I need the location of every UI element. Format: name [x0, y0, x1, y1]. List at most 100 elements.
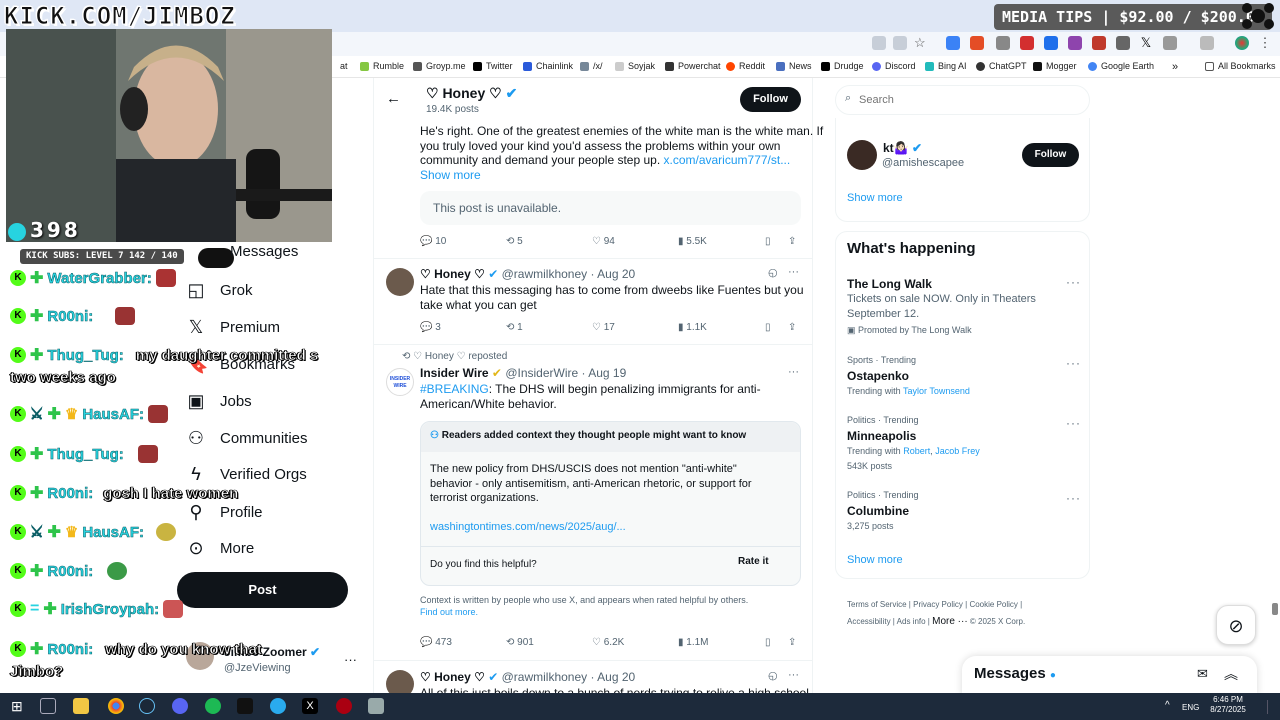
bookmark-item[interactable]: News: [776, 61, 812, 71]
bookmark-item[interactable]: Chainlink: [523, 61, 573, 71]
bookmark-item[interactable]: Reddit: [726, 61, 765, 71]
tweet-author[interactable]: Insider Wire: [420, 366, 489, 380]
hashtag-link[interactable]: #BREAKING: [420, 382, 489, 396]
tweet-date[interactable]: · Aug 19: [582, 366, 627, 380]
repost-button[interactable]: ⟲ 5: [506, 236, 523, 247]
show-more-link[interactable]: Show more: [420, 168, 481, 183]
back-arrow-icon[interactable]: ←: [386, 90, 401, 107]
app-icon[interactable]: [237, 698, 253, 714]
tweet-author[interactable]: ♡ Honey ♡: [420, 267, 485, 281]
sidepanel-icon[interactable]: [1200, 36, 1214, 50]
views-button[interactable]: ▮ 1.1K: [678, 322, 707, 333]
share-icon[interactable]: ⇪: [788, 236, 796, 247]
app-icon[interactable]: [368, 698, 384, 714]
trend-link[interactable]: Taylor Townsend: [903, 386, 970, 396]
share-icon[interactable]: ⇪: [788, 637, 796, 648]
bookmark-icon[interactable]: ▯: [765, 637, 771, 648]
bookmark-item[interactable]: Soyjak: [615, 61, 655, 71]
footer-link[interactable]: Terms of Service: [847, 600, 907, 609]
post-button[interactable]: Post: [177, 572, 348, 608]
extension-icon[interactable]: [1044, 36, 1058, 50]
more-dots-icon[interactable]: ···: [1066, 356, 1081, 370]
tweet-author[interactable]: ♡ Honey ♡: [420, 670, 485, 684]
nav-jobs[interactable]: ▣ Jobs: [186, 391, 251, 412]
rate-it-button[interactable]: Rate it: [738, 556, 769, 567]
zoom-icon[interactable]: [893, 36, 907, 50]
reply-button[interactable]: 💬 3: [420, 322, 441, 333]
x-app-icon[interactable]: X: [302, 698, 318, 714]
nav-verified-orgs[interactable]: ϟ Verified Orgs: [186, 464, 306, 485]
trend-link[interactable]: Robert: [903, 446, 930, 456]
like-button[interactable]: ♡ 6.2K: [592, 637, 624, 648]
nav-communities[interactable]: ⚇ Communities: [186, 428, 308, 449]
search-input[interactable]: [859, 91, 1079, 109]
tray-chevron-icon[interactable]: ^: [1165, 700, 1170, 711]
bookmark-item[interactable]: at: [340, 61, 348, 71]
windows-start-icon[interactable]: ⊞: [11, 698, 27, 714]
note-source-link[interactable]: washingtontimes.com/news/2025/aug/...: [430, 520, 626, 535]
tweet-handle[interactable]: @InsiderWire: [505, 366, 578, 380]
menu-dots-icon[interactable]: ⋮: [1258, 36, 1272, 50]
bookmark-item[interactable]: Google Earth: [1088, 61, 1154, 71]
bookmark-item[interactable]: Rumble: [360, 61, 404, 71]
task-view-icon[interactable]: [40, 698, 56, 714]
bookmark-item[interactable]: Groyp.me: [413, 61, 466, 71]
views-button[interactable]: ▮ 1.1M: [678, 637, 709, 648]
account-menu-icon[interactable]: ···: [344, 652, 357, 667]
suggestion-name[interactable]: kt🤷🏻‍♀️ ✔: [883, 141, 922, 155]
scrollbar-thumb[interactable]: [1272, 603, 1278, 615]
profile-avatar-icon[interactable]: [1235, 36, 1249, 50]
bookmark-item[interactable]: ChatGPT: [976, 61, 1027, 71]
metamask-icon[interactable]: [970, 36, 984, 50]
spotify-icon[interactable]: [205, 698, 221, 714]
trend-title[interactable]: Ostapenko: [847, 369, 909, 383]
steam-icon[interactable]: [139, 698, 155, 714]
more-bookmarks-button[interactable]: »: [1172, 61, 1178, 73]
nav-profile[interactable]: ⚲ Profile: [186, 502, 262, 523]
grok-icon[interactable]: ◵: [768, 266, 778, 279]
collapse-up-icon[interactable]: ︽: [1224, 664, 1238, 684]
footer-link[interactable]: Cookie Policy: [969, 600, 1017, 609]
chrome-icon[interactable]: [108, 698, 124, 714]
star-icon[interactable]: ☆: [914, 36, 928, 50]
bookmark-icon[interactable]: ▯: [765, 322, 771, 333]
tweet-handle[interactable]: @rawmilkhoney: [502, 670, 588, 684]
footer-link[interactable]: More ···: [932, 616, 968, 627]
bookmark-item[interactable]: Twitter: [473, 61, 513, 71]
shield-icon[interactable]: [996, 36, 1010, 50]
nav-more[interactable]: ⊙ More: [186, 538, 254, 559]
trend-title[interactable]: Columbine: [847, 504, 909, 518]
more-dots-icon[interactable]: ···: [788, 266, 799, 278]
discord-icon[interactable]: [172, 698, 188, 714]
bookmark-item[interactable]: Bing AI: [925, 61, 967, 71]
translate-icon[interactable]: [872, 36, 886, 50]
like-button[interactable]: ♡ 94: [592, 236, 615, 247]
tweet-avatar[interactable]: [386, 268, 414, 296]
tray-clock[interactable]: 6:46 PM 8/27/2025: [1206, 695, 1250, 715]
more-dots-icon[interactable]: ···: [1066, 275, 1081, 289]
reply-button[interactable]: 💬 473: [420, 637, 452, 648]
footer-link[interactable]: Ads info: [897, 617, 926, 626]
more-dots-icon[interactable]: ···: [1066, 491, 1081, 505]
show-more-link[interactable]: Show more: [847, 192, 903, 204]
trend-title[interactable]: The Long Walk: [847, 277, 932, 291]
nav-grok[interactable]: ◱ Grok: [186, 280, 252, 301]
file-explorer-icon[interactable]: [73, 698, 89, 714]
all-bookmarks-button[interactable]: All Bookmarks: [1205, 61, 1276, 71]
views-button[interactable]: ▮ 5.5K: [678, 236, 707, 247]
more-dots-icon[interactable]: ···: [1066, 416, 1081, 430]
bookmark-item[interactable]: Mogger: [1033, 61, 1077, 71]
repost-button[interactable]: ⟲ 1: [506, 322, 523, 333]
bookmark-item[interactable]: Drudge: [821, 61, 864, 71]
grok-icon[interactable]: ◵: [768, 669, 778, 682]
telegram-icon[interactable]: [270, 698, 286, 714]
more-dots-icon[interactable]: ···: [788, 366, 799, 378]
bookmark-icon[interactable]: ▯: [765, 236, 771, 247]
more-dots-icon[interactable]: ···: [788, 669, 799, 681]
app-icon[interactable]: [336, 698, 352, 714]
extension-icon[interactable]: [1020, 36, 1034, 50]
x-icon[interactable]: 𝕏: [1139, 36, 1153, 50]
bookmark-item[interactable]: Powerchat: [665, 61, 721, 71]
show-more-link[interactable]: Show more: [847, 554, 903, 566]
follow-button[interactable]: Follow: [740, 87, 801, 112]
